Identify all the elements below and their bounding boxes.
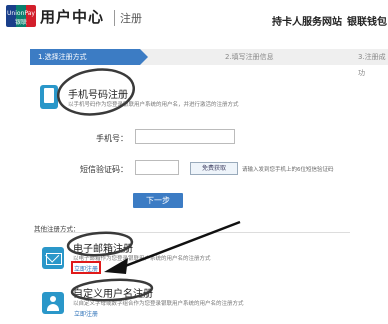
arrow-line — [119, 220, 241, 270]
annotation-overlay — [56, 68, 241, 302]
circle-annotation-email — [66, 231, 134, 257]
circle-annotation-custom — [70, 278, 154, 302]
arrow-head — [104, 258, 128, 274]
circle-annotation-phone — [56, 68, 136, 116]
